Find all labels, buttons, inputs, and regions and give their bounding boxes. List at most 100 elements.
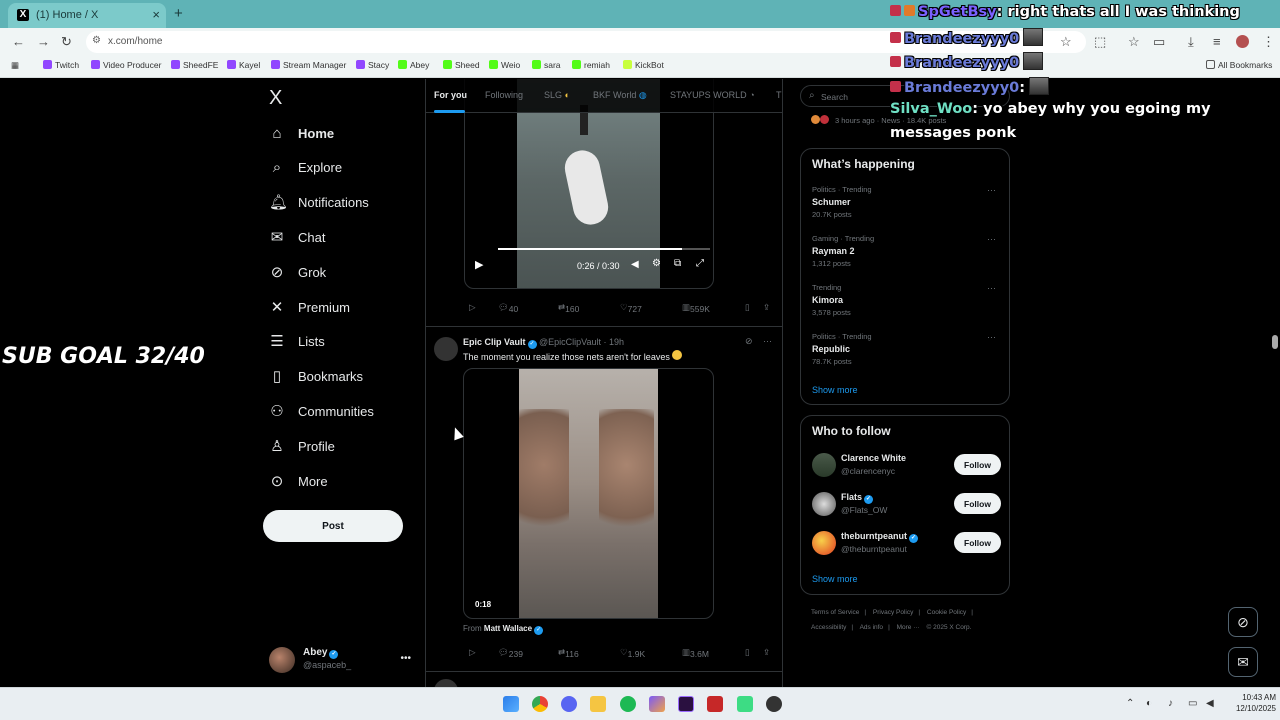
like-button[interactable]: ♡ 727 (620, 302, 642, 314)
avatar[interactable] (434, 337, 458, 361)
x-logo[interactable]: X (269, 83, 282, 113)
tab-bkf-world[interactable]: BKF World ◍ (593, 90, 647, 101)
pip-icon[interactable]: ⧉ (674, 258, 681, 269)
bookmark-item[interactable]: Stacy (356, 60, 389, 70)
site-info-icon[interactable]: ⚙ (92, 35, 101, 46)
like-button[interactable]: ♡ 1.9K (620, 647, 645, 659)
views-count[interactable]: ▥ 3.6M (682, 647, 709, 659)
trend-item[interactable]: Gaming · Trending Rayman 2 1,312 posts ·… (812, 234, 1002, 274)
app-icon[interactable] (707, 696, 723, 712)
bookmark-item[interactable]: Abey (398, 60, 429, 70)
media-icon[interactable]: ≡ (1213, 34, 1221, 49)
nav-notifications[interactable]: 🔔︎ Notifications (269, 187, 369, 217)
tab-close-button[interactable]: × (152, 7, 160, 22)
file-explorer-icon[interactable] (590, 696, 606, 712)
repost-button[interactable]: ⇄ 116 (558, 647, 579, 659)
more-dots-icon[interactable]: ··· (987, 332, 996, 342)
tab-following[interactable]: Following (485, 90, 523, 100)
premiere-icon[interactable] (678, 696, 694, 712)
footer-link[interactable]: Privacy Policy (873, 609, 913, 616)
nav-profile[interactable]: ♙ Profile (269, 431, 335, 461)
tray-chevron-icon[interactable]: ⌃ (1126, 698, 1134, 709)
show-more-link[interactable]: Show more (812, 574, 858, 584)
grok-float-button[interactable]: ⊘ (1228, 607, 1258, 637)
tab-stayups-world[interactable]: STAYUPS WORLD ◔ (670, 90, 755, 100)
share-button[interactable]: ⇪ (763, 647, 770, 658)
bookmark-item[interactable]: Video Producer (91, 60, 161, 70)
follow-suggestion[interactable]: Flats ✓ @Flats_OW Follow (812, 490, 1002, 520)
nav-more[interactable]: ⊙ More (269, 466, 328, 496)
footer-link[interactable]: More ··· (897, 624, 920, 631)
discord-icon[interactable] (561, 696, 577, 712)
tab-overflow[interactable]: T (776, 90, 782, 100)
messages-float-button[interactable]: ✉ (1228, 647, 1258, 677)
footer-link[interactable]: Terms of Service (811, 609, 859, 616)
attribution-name[interactable]: Matt Wallace (484, 624, 532, 633)
bookmark-item[interactable]: Twitch (43, 60, 79, 70)
follow-suggestion[interactable]: Clarence White @clarencenyc Follow (812, 451, 1002, 481)
post-button[interactable]: Post (263, 510, 403, 542)
show-more-link[interactable]: Show more (812, 385, 858, 395)
download-icon[interactable]: ⤓ (1188, 34, 1194, 50)
side-panel-icon[interactable]: ▭ (1153, 34, 1165, 50)
tab-slg[interactable]: SLG ◐ (544, 90, 570, 100)
bookmark-item[interactable]: Sheed (443, 60, 480, 70)
post-time[interactable]: · 19h (604, 337, 625, 347)
bookmark-item[interactable]: KickBot (623, 60, 664, 70)
follow-button[interactable]: Follow (954, 532, 1001, 553)
nav-home[interactable]: ⌂ Home (269, 118, 334, 148)
share-button[interactable]: ⇪ (763, 302, 770, 313)
spotify-icon[interactable] (620, 696, 636, 712)
nav-explore[interactable]: ⌕ Explore (269, 152, 342, 182)
avatar[interactable] (434, 679, 458, 687)
tab-for-you[interactable]: For you (434, 90, 467, 100)
system-clock[interactable]: 10:43 AM 12/10/2025 (1226, 692, 1276, 714)
author-handle[interactable]: @EpicClipVault (539, 337, 601, 347)
follow-button[interactable]: Follow (954, 493, 1001, 514)
more-dots-icon[interactable]: ··· (987, 283, 996, 293)
follow-button[interactable]: Follow (954, 454, 1001, 475)
microphone-icon[interactable]: ♪ (1168, 698, 1173, 709)
menu-icon[interactable]: ⋮ (1262, 34, 1275, 50)
new-tab-button[interactable]: + (174, 5, 183, 22)
volume-icon[interactable]: ◀ (631, 259, 639, 270)
nav-lists[interactable]: ☰ Lists (269, 326, 324, 356)
back-icon[interactable]: ← (12, 34, 25, 49)
follow-suggestion[interactable]: theburntpeanut ✓ @theburntpeanut Follow (812, 529, 1002, 559)
nav-premium[interactable]: ✕ Premium (269, 292, 350, 322)
nav-bookmarks[interactable]: ▯ Bookmarks (269, 361, 363, 391)
settings-icon[interactable]: ⚙ (652, 258, 661, 269)
all-bookmarks-button[interactable]: All Bookmarks (1206, 60, 1272, 70)
volume-icon[interactable]: ◀ (1206, 698, 1214, 709)
bookmark-item[interactable]: SheedFE (171, 60, 218, 70)
repost-button[interactable]: ⇄ 160 (558, 302, 579, 314)
views-count[interactable]: ▥ 559K (682, 302, 710, 314)
reload-icon[interactable]: ↻ (61, 34, 72, 50)
monitor-icon[interactable]: ▭ (1188, 698, 1197, 709)
nav-grok[interactable]: ⊘ Grok (269, 257, 326, 287)
account-switcher[interactable]: Abey ✓ @aspaceb_ ••• (269, 645, 419, 675)
reply-button[interactable]: 💬︎ 40 (498, 302, 518, 314)
grok-icon[interactable]: ⊘ (745, 336, 753, 347)
more-dots-icon[interactable]: ••• (400, 653, 411, 664)
page-scrollbar[interactable] (1272, 335, 1278, 349)
bookmark-item[interactable]: remiah (572, 60, 610, 70)
chrome-icon[interactable] (532, 696, 548, 712)
app-icon[interactable] (737, 696, 753, 712)
bookmark-item[interactable]: Stream Manager (271, 60, 346, 70)
bookmark-item[interactable]: Kayel (227, 60, 260, 70)
app-icon[interactable] (649, 696, 665, 712)
nav-communities[interactable]: ⚇ Communities (269, 396, 374, 426)
star-icon[interactable]: ☆ (1060, 34, 1072, 50)
extensions-icon[interactable]: ⬚ (1094, 34, 1106, 50)
views-play-icon[interactable]: ▷ (469, 302, 476, 313)
apps-icon[interactable]: ▦ (11, 60, 19, 71)
bookmark-item[interactable]: sara (532, 60, 561, 70)
browser-tab[interactable]: X (1) Home / X × (8, 3, 166, 28)
footer-link[interactable]: Ads info (860, 624, 884, 631)
footer-link[interactable]: Accessibility (811, 624, 846, 631)
obs-icon[interactable] (766, 696, 782, 712)
profile-avatar-icon[interactable] (1236, 35, 1249, 48)
play-icon[interactable]: ▶ (475, 258, 483, 271)
footer-link[interactable]: Cookie Policy (927, 609, 966, 616)
